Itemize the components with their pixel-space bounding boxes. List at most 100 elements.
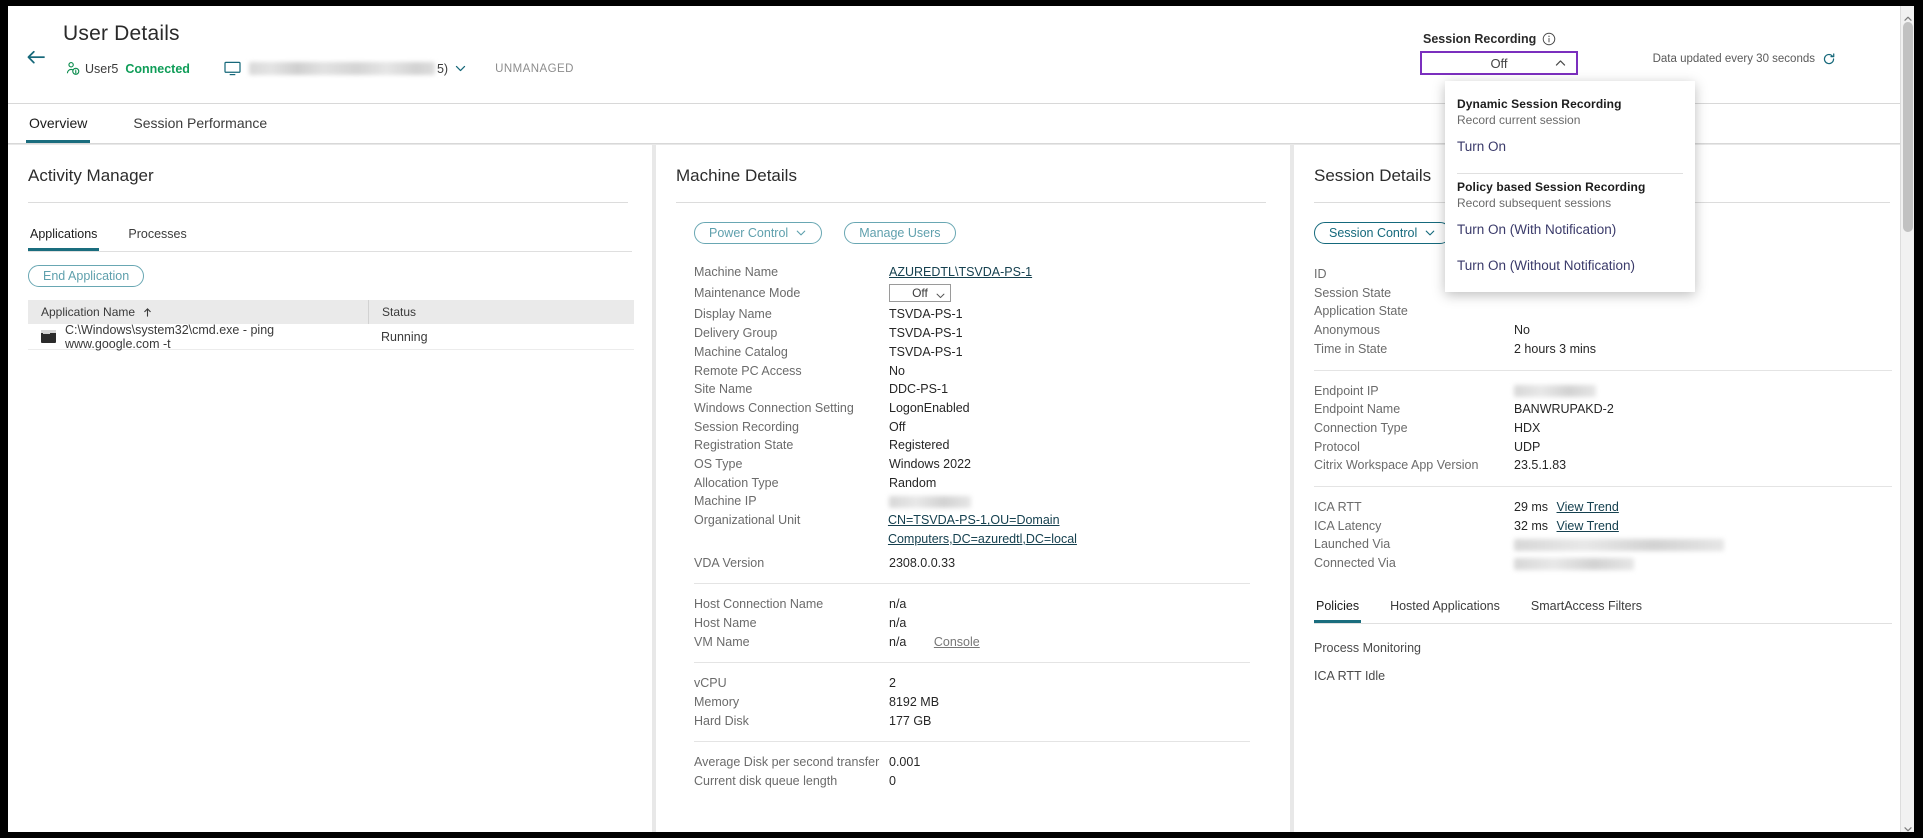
- menu-item-turn-on[interactable]: Turn On: [1445, 127, 1695, 163]
- page-scrollbar[interactable]: [1900, 6, 1914, 832]
- activity-manager-panel: Activity Manager Applications Processes …: [8, 145, 652, 832]
- label-time-in-state: Time in State: [1314, 340, 1514, 359]
- policy-item: ICA RTT Idle: [1314, 669, 1914, 683]
- row-host-connection-name: Host Connection Name n/a: [694, 595, 1250, 614]
- row-connection-type: Connection Type HDX: [1314, 419, 1892, 438]
- row-ica-latency: ICA Latency 32 ms View Trend: [1314, 517, 1892, 536]
- cell-application-name: C:\Windows\system32\cmd.exe - ping www.g…: [28, 323, 368, 351]
- menu-item-turn-on-with-notification[interactable]: Turn On (With Notification): [1445, 210, 1695, 246]
- value-ica-rtt: 29 ms: [1514, 500, 1548, 514]
- column-header-application-name-label: Application Name: [41, 305, 135, 319]
- column-header-application-name[interactable]: Application Name: [28, 305, 368, 319]
- column-header-status[interactable]: Status: [368, 300, 634, 324]
- chevron-down-icon: [935, 288, 946, 299]
- chevron-down-icon: [795, 227, 807, 239]
- value-allocation-type: Random: [889, 474, 936, 493]
- row-current-disk-queue-length: Current disk queue length 0: [694, 772, 1250, 791]
- data-refresh-note: Data updated every 30 seconds: [1653, 52, 1836, 66]
- row-host-name: Host Name n/a: [694, 614, 1250, 633]
- subtab-policies[interactable]: Policies: [1314, 599, 1361, 623]
- end-application-row: End Application: [28, 265, 652, 287]
- applications-table: Application Name Status C:\Windows\syste…: [28, 300, 634, 350]
- value-hard-disk: 177 GB: [889, 712, 931, 731]
- subtab-applications[interactable]: Applications: [28, 227, 99, 251]
- user-details-app: User Details User5 Connected 5): [8, 6, 1914, 832]
- refresh-icon[interactable]: [1822, 52, 1836, 66]
- tab-session-performance[interactable]: Session Performance: [130, 115, 270, 143]
- label-anonymous: Anonymous: [1314, 321, 1514, 340]
- session-details-subtabs: Policies Hosted Applications SmartAccess…: [1314, 599, 1892, 624]
- maintenance-mode-select[interactable]: Off: [889, 284, 951, 302]
- label-vda-version: VDA Version: [694, 554, 889, 573]
- session-properties: ID Session State Application State Anony…: [1314, 265, 1892, 573]
- policies-list: Process Monitoring ICA RTT Idle: [1314, 641, 1914, 683]
- label-average-disk-transfer: Average Disk per second transfer: [694, 753, 889, 772]
- row-anonymous: Anonymous No: [1314, 321, 1892, 340]
- value-host-connection-name: n/a: [889, 595, 906, 614]
- value-machine-name[interactable]: AZUREDTL\TSVDA-PS-1: [889, 265, 1032, 279]
- chevron-down-icon[interactable]: [454, 62, 467, 75]
- menu-item-turn-on-without-notification[interactable]: Turn On (Without Notification): [1445, 246, 1695, 282]
- value-vm-name: n/a: [889, 635, 906, 649]
- label-memory: Memory: [694, 693, 889, 712]
- label-remote-pc-access: Remote PC Access: [694, 362, 889, 381]
- power-control-button[interactable]: Power Control: [694, 222, 822, 244]
- console-link[interactable]: Console: [934, 635, 980, 649]
- value-vcpu: 2: [889, 674, 896, 693]
- machine-name-redacted: [249, 62, 435, 75]
- scrollbar-thumb[interactable]: [1903, 22, 1913, 232]
- session-recording-control: Session Recording Off: [1420, 32, 1578, 75]
- value-memory: 8192 MB: [889, 693, 939, 712]
- value-launched-via-redacted: [1514, 539, 1724, 551]
- value-protocol: UDP: [1514, 438, 1540, 457]
- ica-rtt-view-trend-link[interactable]: View Trend: [1557, 500, 1619, 514]
- row-endpoint-name: Endpoint Name BANWRUPAKD-2: [1314, 400, 1892, 419]
- row-machine-name: Machine Name AZUREDTL\TSVDA-PS-1: [694, 263, 1250, 282]
- value-delivery-group: TSVDA-PS-1: [889, 324, 963, 343]
- row-launched-via: Launched Via: [1314, 535, 1892, 554]
- value-average-disk-transfer: 0.001: [889, 753, 920, 772]
- info-icon[interactable]: [1542, 32, 1556, 46]
- value-site-name: DDC-PS-1: [889, 380, 948, 399]
- dynamic-session-recording-title: Dynamic Session Recording: [1457, 97, 1683, 111]
- machine-properties-group-1: Machine Name AZUREDTL\TSVDA-PS-1 Mainten…: [694, 263, 1250, 791]
- managed-state-badge: UNMANAGED: [495, 63, 574, 75]
- scroll-up-icon[interactable]: [1904, 10, 1912, 18]
- value-organizational-unit[interactable]: CN=TSVDA-PS-1,OU=Domain Computers,DC=azu…: [888, 513, 1077, 546]
- label-launched-via: Launched Via: [1314, 535, 1514, 554]
- manage-users-button[interactable]: Manage Users: [844, 222, 955, 244]
- label-connected-via: Connected Via: [1314, 554, 1514, 573]
- table-row[interactable]: C:\Windows\system32\cmd.exe - ping www.g…: [28, 324, 634, 350]
- data-refresh-text: Data updated every 30 seconds: [1653, 53, 1815, 65]
- session-recording-value: Off: [1490, 56, 1507, 71]
- cell-application-name-label: C:\Windows\system32\cmd.exe - ping www.g…: [65, 323, 368, 351]
- chevron-down-icon: [1424, 227, 1436, 239]
- subtab-hosted-applications[interactable]: Hosted Applications: [1388, 599, 1502, 623]
- subtab-smartaccess-filters[interactable]: SmartAccess Filters: [1529, 599, 1644, 623]
- session-control-label: Session Control: [1329, 226, 1417, 240]
- row-endpoint-ip: Endpoint IP: [1314, 382, 1892, 401]
- ica-latency-view-trend-link[interactable]: View Trend: [1557, 519, 1619, 533]
- label-vm-name: VM Name: [694, 633, 889, 652]
- scroll-down-icon[interactable]: [1904, 820, 1912, 828]
- divider: [676, 202, 1266, 203]
- row-remote-pc-access: Remote PC Access No: [694, 362, 1250, 381]
- label-connection-type: Connection Type: [1314, 419, 1514, 438]
- session-recording-select[interactable]: Off: [1420, 51, 1578, 75]
- subtab-processes[interactable]: Processes: [126, 227, 188, 251]
- label-display-name: Display Name: [694, 305, 889, 324]
- value-vda-version: 2308.0.0.33: [889, 554, 955, 573]
- machine-session-count: 5): [437, 62, 448, 76]
- end-application-button[interactable]: End Application: [28, 265, 144, 287]
- tab-overview[interactable]: Overview: [26, 115, 90, 143]
- value-endpoint-ip-redacted: [1514, 385, 1596, 397]
- power-control-label: Power Control: [709, 226, 788, 240]
- user-status-icon: [65, 61, 80, 76]
- value-machine-catalog: TSVDA-PS-1: [889, 343, 963, 362]
- back-arrow-icon[interactable]: [23, 42, 49, 68]
- session-control-button[interactable]: Session Control: [1314, 222, 1451, 244]
- maintenance-mode-value: Off: [912, 284, 928, 303]
- divider: [694, 662, 1250, 663]
- row-registration-state: Registration State Registered: [694, 436, 1250, 455]
- value-registration-state: Registered: [889, 436, 949, 455]
